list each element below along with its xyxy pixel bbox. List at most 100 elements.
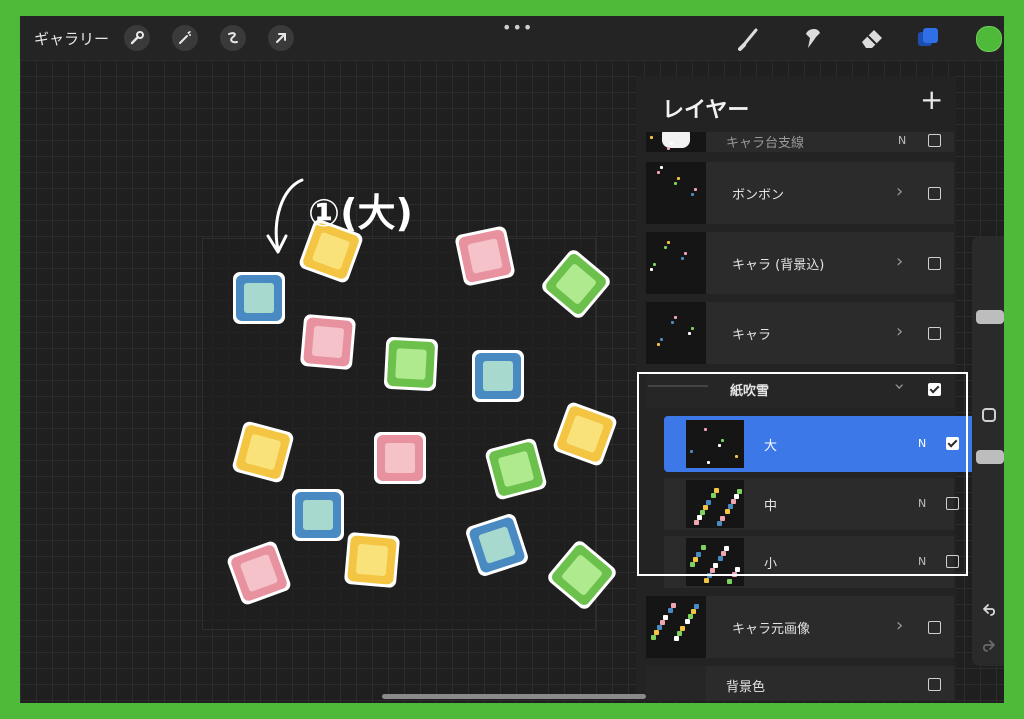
magic-wand-icon[interactable]	[172, 25, 198, 51]
thumbnail-dot	[685, 619, 690, 624]
visibility-checkbox[interactable]	[928, 383, 941, 396]
brush-size-slider[interactable]	[976, 310, 1004, 324]
layer-thumbnail	[646, 596, 706, 658]
layer-thumbnail	[686, 480, 744, 528]
blend-mode[interactable]: N	[918, 497, 926, 510]
blend-mode[interactable]: N	[918, 555, 926, 568]
thumbnail-dot	[701, 545, 706, 550]
layer-group-row-expanded[interactable]: 紙吹雪 ›	[646, 374, 954, 408]
confetti-piece	[466, 514, 528, 576]
blend-mode[interactable]: N	[898, 134, 906, 147]
layer-group-row[interactable]: ボンボン ›	[646, 162, 954, 224]
confetti-piece	[455, 226, 515, 286]
layer-name: 背景色	[726, 680, 766, 695]
thumbnail-dot	[688, 614, 693, 619]
redo-icon[interactable]	[980, 638, 998, 656]
confetti-piece	[233, 272, 285, 324]
layer-group-row[interactable]: キャラ ›	[646, 302, 954, 364]
thumbnail-dot	[684, 252, 687, 255]
chevron-right-icon[interactable]: ›	[896, 181, 903, 202]
visibility-checkbox[interactable]	[946, 437, 959, 450]
confetti-piece	[292, 489, 344, 541]
blend-mode[interactable]: N	[918, 437, 926, 450]
thumbnail-dot	[706, 500, 711, 505]
layer-row[interactable]: 小 N	[664, 536, 959, 588]
thumbnail-dot	[700, 510, 705, 515]
thumbnail-dot	[734, 494, 739, 499]
wrench-icon[interactable]	[124, 25, 150, 51]
thumbnail-dot	[721, 551, 726, 556]
gallery-button[interactable]: ギャラリー	[34, 28, 109, 49]
layer-group-row[interactable]: キャラ (背景込) ›	[646, 232, 954, 294]
undo-icon[interactable]	[980, 602, 998, 620]
layer-name: 中	[764, 499, 778, 514]
thumbnail-dot	[690, 450, 693, 453]
thumbnail-dot	[714, 488, 719, 493]
confetti-piece	[485, 438, 547, 500]
thumbnail-dot	[671, 321, 674, 324]
layer-row[interactable]: 中 N	[664, 478, 959, 530]
layer-name: キャラ元画像	[732, 622, 811, 637]
annotation-label: ①(大)	[308, 191, 413, 235]
background-color-row[interactable]: 背景色	[646, 666, 954, 701]
brush-icon[interactable]	[736, 24, 764, 52]
thumbnail-dot	[654, 630, 659, 635]
group-name: 紙吹雪	[730, 384, 770, 399]
layer-name: キャラ (背景込)	[732, 258, 825, 273]
thumbnail-dot	[694, 188, 697, 191]
visibility-checkbox[interactable]	[946, 555, 959, 568]
thumbnail-dot	[677, 177, 680, 180]
thumbnail-dot	[711, 493, 716, 498]
opacity-slider[interactable]	[976, 450, 1004, 464]
thumbnail-dot	[718, 556, 723, 561]
thumbnail-dot	[650, 136, 653, 139]
layer-name: 小	[764, 557, 778, 572]
visibility-checkbox[interactable]	[928, 134, 941, 147]
thumbnail-dot	[718, 444, 721, 447]
thumbnail-dot	[691, 327, 694, 330]
color-swatch[interactable]	[976, 26, 1002, 52]
confetti-piece	[553, 402, 617, 466]
thumbnail-dot	[667, 241, 670, 244]
thumbnail-dot	[657, 625, 662, 630]
side-slider-bar	[972, 236, 1004, 666]
add-layer-button[interactable]: +	[920, 86, 943, 114]
modify-button[interactable]	[982, 408, 996, 422]
layer-name: 大	[764, 439, 778, 454]
layer-thumbnail	[646, 302, 706, 364]
layer-thumbnail	[646, 162, 706, 224]
layer-row[interactable]: キャラ台支線 N	[646, 132, 954, 152]
confetti-artwork	[227, 178, 617, 609]
layer-group-row[interactable]: キャラ元画像 ›	[646, 596, 954, 658]
visibility-checkbox[interactable]	[946, 497, 959, 510]
chevron-down-icon[interactable]: ›	[889, 383, 910, 390]
thumbnail-dot	[667, 147, 670, 150]
chevron-right-icon[interactable]: ›	[896, 321, 903, 342]
thumbnail-dot	[694, 604, 699, 609]
layers-icon[interactable]	[914, 24, 942, 52]
thumbnail-dot	[690, 562, 695, 567]
visibility-checkbox[interactable]	[928, 327, 941, 340]
visibility-checkbox[interactable]	[928, 621, 941, 634]
more-menu-dots[interactable]: •••	[502, 18, 533, 37]
transform-arrow-icon[interactable]	[268, 25, 294, 51]
chevron-right-icon[interactable]: ›	[896, 251, 903, 272]
layer-name: ボンボン	[732, 188, 785, 203]
visibility-checkbox[interactable]	[928, 257, 941, 270]
thumbnail-dot	[717, 521, 722, 526]
thumbnail-dot	[668, 608, 673, 613]
curved-arrow-icon	[274, 178, 304, 252]
confetti-piece	[374, 432, 426, 484]
thumbnail-dot	[650, 268, 653, 271]
visibility-checkbox[interactable]	[928, 678, 941, 691]
selection-icon[interactable]	[220, 25, 246, 51]
smudge-icon[interactable]	[798, 24, 826, 52]
layer-row-selected[interactable]: 大 N	[664, 416, 978, 472]
confetti-piece	[300, 314, 356, 370]
thumbnail-dot	[720, 516, 725, 521]
visibility-checkbox[interactable]	[928, 187, 941, 200]
thumbnail-dot	[710, 568, 715, 573]
eraser-icon[interactable]	[858, 24, 886, 52]
background-swatch[interactable]	[646, 666, 706, 701]
chevron-right-icon[interactable]: ›	[896, 615, 903, 636]
